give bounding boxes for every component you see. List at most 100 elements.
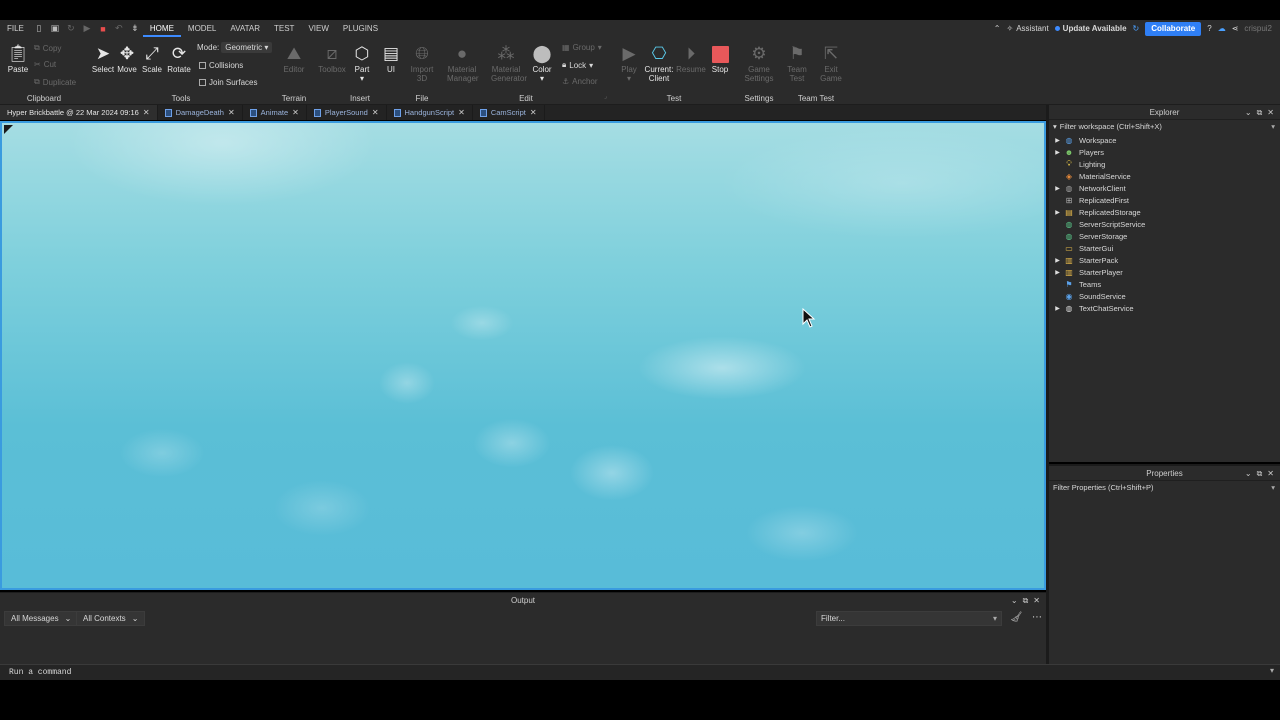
toolbox-button[interactable]: ⧄ Toolbox (317, 43, 347, 74)
material-generator-button[interactable]: ⁂ Material Generator (491, 43, 527, 83)
expand-arrow-icon[interactable]: ▶ (1049, 305, 1063, 312)
tab-animate[interactable]: Animate ✕ (243, 105, 307, 120)
collisions-toggle[interactable]: Collisions (199, 61, 243, 70)
cut-button[interactable]: ✂ Cut (34, 60, 56, 69)
undock-icon[interactable]: ⧉ (1023, 596, 1029, 606)
menu-model[interactable]: MODEL (181, 20, 223, 37)
close-icon[interactable]: ✕ (228, 108, 235, 117)
undock-icon[interactable]: ⧉ (1257, 108, 1263, 118)
exit-game-button[interactable]: ⇱ Exit Game (816, 43, 846, 83)
tab-handgun-script[interactable]: HandgunScript ✕ (387, 105, 473, 120)
all-contexts-dropdown[interactable]: All Contexts ⌄ (76, 611, 146, 626)
collaborate-button[interactable]: Collaborate (1145, 21, 1202, 36)
expand-arrow-icon[interactable]: ▶ (1049, 269, 1063, 276)
undo-icon[interactable]: ↶ (111, 20, 127, 37)
expand-arrow-icon[interactable]: ▶ (1049, 149, 1063, 156)
new-file-icon[interactable]: ▯ (31, 20, 47, 37)
tab-cam-script[interactable]: CamScript ✕ (473, 105, 545, 120)
close-icon[interactable]: ✕ (143, 108, 150, 117)
explorer-item[interactable]: ◈ MaterialService (1049, 170, 1280, 182)
close-icon[interactable]: ✕ (372, 108, 379, 117)
color-button[interactable]: ⬤ Color ▾ (527, 43, 557, 83)
properties-filter-input[interactable]: Filter Properties (Ctrl+Shift+P) ▾ (1049, 481, 1280, 494)
save-icon[interactable]: ▣ (47, 20, 63, 37)
join-surfaces-toggle[interactable]: Join Surfaces (199, 78, 257, 87)
cloud-icon[interactable]: ☁ (1218, 24, 1226, 33)
explorer-item[interactable]: ▶ ▥ StarterPack (1049, 254, 1280, 266)
close-icon[interactable]: ✕ (458, 108, 465, 117)
customize-icon[interactable]: ⇟ (127, 20, 143, 37)
explorer-item[interactable]: ▭ StarterGui (1049, 242, 1280, 254)
menu-view[interactable]: VIEW (301, 20, 335, 37)
explorer-item[interactable]: 💡︎ Lighting (1049, 158, 1280, 170)
more-options-icon[interactable]: ⋯ (1032, 612, 1042, 623)
close-icon[interactable]: ✕ (1033, 596, 1040, 605)
chevron-down-icon[interactable]: ▾ (1271, 481, 1275, 494)
undock-icon[interactable]: ⧉ (1257, 469, 1263, 479)
menu-avatar[interactable]: AVATAR (223, 20, 267, 37)
ui-button[interactable]: ▤ UI (376, 43, 406, 74)
help-icon[interactable]: ? (1207, 24, 1211, 33)
terrain-editor-button[interactable]: ⛰ Editor (279, 43, 309, 74)
part-button[interactable]: ⬡ Part ▾ (347, 43, 377, 83)
current-client-button[interactable]: ⎔ Current: Client (643, 43, 675, 83)
close-icon[interactable]: ✕ (530, 108, 537, 117)
username-label[interactable]: crispui2 (1244, 24, 1272, 33)
chevron-down-icon[interactable]: ▾ (1270, 666, 1274, 675)
close-icon[interactable]: ✕ (1267, 469, 1274, 478)
expand-arrow-icon[interactable]: ▶ (1049, 257, 1063, 264)
scale-button[interactable]: ⤢ Scale (137, 43, 167, 74)
join-surfaces-checkbox[interactable] (199, 79, 206, 86)
menu-plugins[interactable]: PLUGINS (336, 20, 385, 37)
expand-arrow-icon[interactable]: ▶ (1049, 209, 1063, 216)
chevron-down-icon[interactable]: ▾ (1271, 120, 1275, 133)
explorer-item[interactable]: ⚑ Teams (1049, 278, 1280, 290)
clear-output-icon[interactable]: 🧹︎ (1010, 612, 1023, 623)
expand-arrow-icon[interactable]: ▶ (1049, 185, 1063, 192)
command-input[interactable] (4, 666, 1254, 679)
menu-home[interactable]: HOME (142, 20, 181, 37)
explorer-item[interactable]: ▶ ◍ Workspace (1049, 134, 1280, 146)
stop-button[interactable]: Stop (705, 43, 735, 74)
explorer-item[interactable]: ▶ ☻ Players (1049, 146, 1280, 158)
play-button[interactable]: ▶ Play ▾ (614, 43, 644, 83)
explorer-item[interactable]: ▶ ◍ NetworkClient (1049, 182, 1280, 194)
team-test-button[interactable]: ⚑ Team Test (782, 43, 812, 83)
redo-icon[interactable]: ↻ (63, 20, 79, 37)
chevron-down-icon[interactable]: ⌄ (1245, 469, 1252, 478)
play-small-icon[interactable]: ▶ (79, 20, 95, 37)
explorer-item[interactable]: ⊞ ReplicatedFirst (1049, 194, 1280, 206)
output-filter-input[interactable]: Filter... ▾ (816, 611, 1002, 626)
resume-button[interactable]: ⏵ Resume (676, 43, 706, 74)
collisions-checkbox[interactable] (199, 62, 206, 69)
explorer-item[interactable]: ▶ ◍ TextChatService (1049, 302, 1280, 314)
share-icon[interactable]: ⋖ (1232, 24, 1239, 33)
copy-button[interactable]: ⧉ Copy (34, 43, 61, 53)
tab-player-sound[interactable]: PlayerSound ✕ (307, 105, 387, 120)
mode-dropdown[interactable]: Mode: Geometric ▾ (197, 42, 273, 53)
chevron-down-icon[interactable]: ▾ (993, 612, 997, 625)
import-3d-button[interactable]: 🌐︎ Import 3D (407, 43, 437, 83)
duplicate-button[interactable]: ⧉ Duplicate (34, 77, 76, 87)
anchor-button[interactable]: ⚓︎ Anchor (562, 77, 598, 86)
menu-test[interactable]: TEST (267, 20, 301, 37)
chevron-down-icon[interactable]: ⌄ (1011, 596, 1018, 605)
paste-button[interactable]: 📋︎ Paste (3, 43, 33, 74)
tab-damage-death[interactable]: DamageDeath ✕ (158, 105, 243, 120)
update-available-button[interactable]: Update Available (1054, 24, 1127, 33)
explorer-item[interactable]: ◉ SoundService (1049, 290, 1280, 302)
collapse-ribbon-icon[interactable]: ⌃ (994, 24, 1001, 33)
chevron-down-icon[interactable]: ⌄ (1245, 108, 1252, 117)
tab-place[interactable]: Hyper Brickbattle @ 22 Mar 2024 09:16 ✕ (0, 105, 158, 120)
3d-viewport[interactable] (0, 121, 1046, 590)
all-messages-dropdown[interactable]: All Messages ⌄ (4, 611, 79, 626)
sync-icon[interactable]: ↻ (1133, 24, 1140, 33)
explorer-item[interactable]: ▶ ▤ ReplicatedStorage (1049, 206, 1280, 218)
group-button[interactable]: ▦ Group ▾ (562, 43, 602, 52)
close-icon[interactable]: ✕ (1267, 108, 1274, 117)
explorer-filter-input[interactable]: ▾ Filter workspace (Ctrl+Shift+X) ▾ (1049, 120, 1280, 133)
close-icon[interactable]: ✕ (292, 108, 299, 117)
explorer-item[interactable]: ▶ ▥ StarterPlayer (1049, 266, 1280, 278)
explorer-item[interactable]: ◍ ServerScriptService (1049, 218, 1280, 230)
explorer-item[interactable]: ◍ ServerStorage (1049, 230, 1280, 242)
